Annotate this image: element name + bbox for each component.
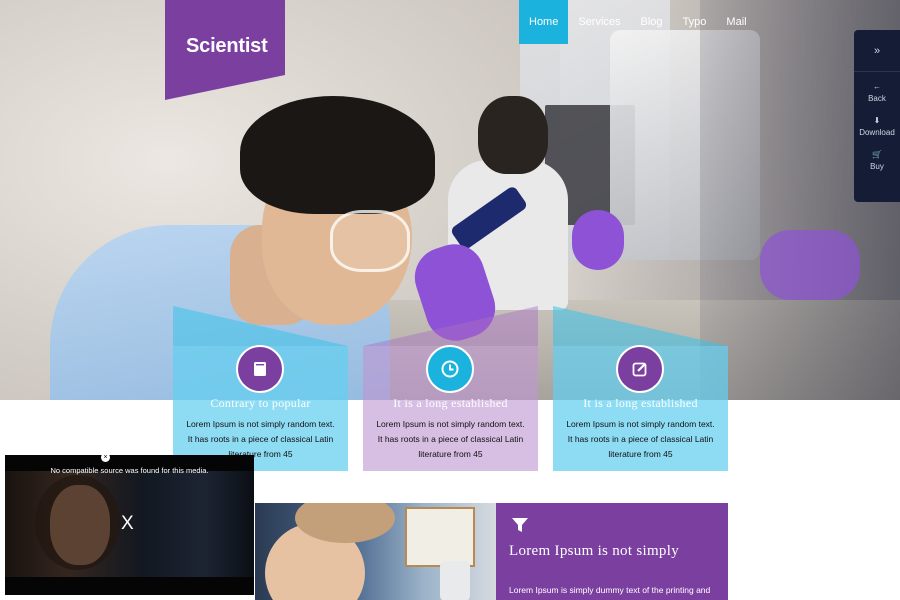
feature-title: Contrary to popular <box>210 396 311 410</box>
video-close-button[interactable]: X <box>121 513 134 535</box>
video-player[interactable]: No compatible source was found for this … <box>5 455 254 595</box>
bottom-photo-microscope <box>440 561 470 600</box>
video-person-face <box>50 485 110 565</box>
feature-desc: Lorem Ipsum is not simply random text. I… <box>376 419 525 459</box>
feature-card-header <box>363 306 538 346</box>
bottom-photo-board <box>405 507 475 567</box>
feature-title: It is a long established <box>393 396 508 410</box>
feature-card-header <box>553 306 728 346</box>
arrow-left-icon: ← <box>873 82 881 91</box>
book-icon <box>236 345 284 393</box>
feature-card-header <box>173 306 348 346</box>
nav-home[interactable]: Home <box>519 0 569 44</box>
buy-button[interactable]: 🛒 Buy <box>854 150 900 171</box>
side-panel: » ← Back ⬇ Download 🛒 Buy <box>854 30 900 202</box>
promo-panel: Lorem Ipsum is not simply Lorem Ipsum is… <box>496 503 728 600</box>
bottom-photo <box>255 503 497 600</box>
hero-background-person-head <box>478 96 548 174</box>
clock-icon <box>426 345 474 393</box>
back-button[interactable]: ← Back <box>854 82 900 103</box>
nav-blog[interactable]: Blog <box>631 0 673 44</box>
feature-title: It is a long established <box>583 396 698 410</box>
edit-icon <box>616 345 664 393</box>
hero-glove <box>572 210 624 270</box>
funnel-icon <box>511 516 529 539</box>
back-label: Back <box>868 94 886 103</box>
side-panel-divider <box>854 71 900 72</box>
buy-label: Buy <box>870 162 884 171</box>
close-icon[interactable]: × <box>101 455 110 462</box>
download-icon: ⬇ <box>873 116 881 125</box>
feature-card: Contrary to popular Lorem Ipsum is not s… <box>173 306 348 471</box>
feature-card: It is a long established Lorem Ipsum is … <box>363 306 538 471</box>
nav-mail[interactable]: Mail <box>716 0 756 44</box>
main-nav: Home Services Blog Typo Mail <box>519 0 757 44</box>
hero-glove <box>760 230 860 300</box>
nav-services[interactable]: Services <box>568 0 630 44</box>
nav-typo[interactable]: Typo <box>673 0 717 44</box>
promo-text: Lorem Ipsum is simply dummy text of the … <box>509 585 711 595</box>
hero-goggles <box>330 210 410 272</box>
feature-desc: Lorem Ipsum is not simply random text. I… <box>566 419 715 459</box>
download-button[interactable]: ⬇ Download <box>854 116 900 137</box>
feature-card: It is a long established Lorem Ipsum is … <box>553 306 728 471</box>
chevrons-right-icon[interactable]: » <box>854 38 900 64</box>
hero-scientist-hair <box>240 96 435 214</box>
video-error-message: No compatible source was found for this … <box>50 466 209 475</box>
download-label: Download <box>859 128 895 137</box>
promo-title: Lorem Ipsum is not simply <box>509 543 679 559</box>
cart-icon: 🛒 <box>872 150 882 159</box>
